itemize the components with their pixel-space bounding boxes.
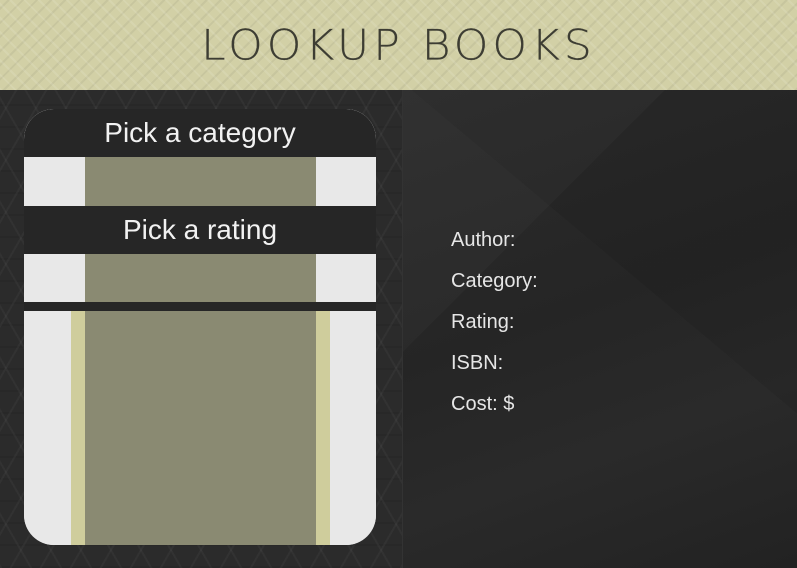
category-picker-header[interactable]: Pick a category xyxy=(24,109,376,157)
book-list-edge-right xyxy=(316,311,330,545)
picker-card: Pick a category Pick a rating xyxy=(24,109,376,545)
book-list-wheel[interactable] xyxy=(85,311,316,545)
category-label: Category: xyxy=(451,270,538,292)
book-list-area[interactable] xyxy=(24,311,376,545)
rating-label: Rating: xyxy=(451,311,515,333)
category-picker-wheel[interactable] xyxy=(85,157,316,206)
picker-divider xyxy=(24,302,376,311)
rating-picker-area[interactable] xyxy=(24,254,376,302)
book-list-edge-left xyxy=(71,311,85,545)
app-title: LOOKUP BOOKS xyxy=(201,20,596,70)
rating-picker-wheel[interactable] xyxy=(85,254,316,302)
rating-picker-label: Pick a rating xyxy=(122,214,278,245)
author-label: Author: xyxy=(451,229,516,251)
book-details: Author: Category: Rating: ISBN: Cost: $ xyxy=(451,226,538,431)
isbn-label: ISBN: xyxy=(451,352,504,374)
category-picker-label: Pick a category xyxy=(104,117,296,148)
app-header: LOOKUP BOOKS xyxy=(0,0,797,90)
rating-picker-header[interactable]: Pick a rating xyxy=(24,206,376,254)
category-picker-area[interactable] xyxy=(24,157,376,206)
cost-label: Cost: $ xyxy=(451,393,515,415)
